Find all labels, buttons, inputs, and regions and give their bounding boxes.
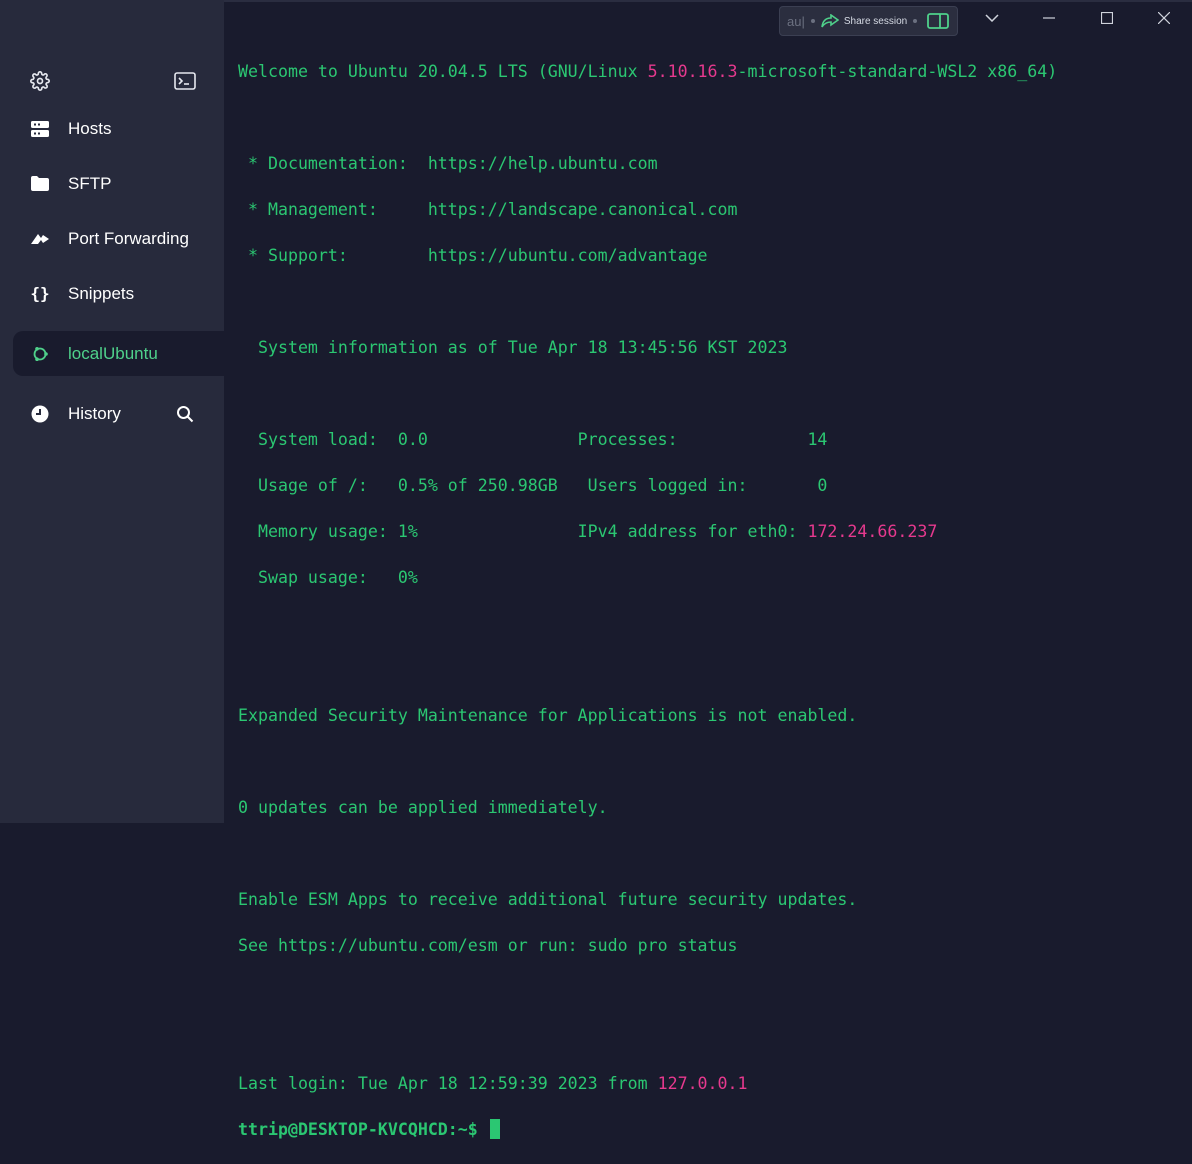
ubuntu-icon <box>30 344 50 364</box>
sidebar-item-snippets[interactable]: {} Snippets <box>13 271 224 316</box>
shell-prompt: ttrip@DESKTOP-KVCQHCD:~$ <box>238 1120 488 1139</box>
search-icon[interactable] <box>174 403 196 425</box>
sidebar-item-label: Port Forwarding <box>68 228 189 248</box>
sidebar-item-sftp[interactable]: SFTP <box>13 161 224 206</box>
chevron-down-icon[interactable] <box>981 7 1003 29</box>
split-pane-icon[interactable] <box>927 13 950 29</box>
welcome-text-end: -microsoft-standard-WSL2 x86_64) <box>737 62 1058 81</box>
terminal-line: Enable ESM Apps to receive additional fu… <box>238 890 858 909</box>
port-forward-icon <box>30 229 50 249</box>
clock-icon <box>30 404 50 424</box>
ipv4-address: 172.24.66.237 <box>807 522 938 541</box>
terminal-line: * Management: https://landscape.canonica… <box>238 200 738 219</box>
last-login-ip: 127.0.0.1 <box>657 1074 748 1093</box>
terminal-line: Swap usage: 0% <box>238 568 418 587</box>
welcome-text: Welcome to Ubuntu 20.04.5 LTS (GNU/Linux <box>238 62 648 81</box>
server-icon <box>30 119 50 139</box>
terminal-line: Usage of /: 0.5% of 250.98GB Users logge… <box>238 476 828 495</box>
sidebar-item-label: Hosts <box>68 118 112 138</box>
terminal-output[interactable]: Welcome to Ubuntu 20.04.5 LTS (GNU/Linux… <box>238 37 1178 1139</box>
sidebar-item-label: History <box>68 403 121 423</box>
separator-dot <box>913 19 918 23</box>
sidebar-item-port-forwarding[interactable]: Port Forwarding <box>13 216 224 261</box>
terminal-line: See https://ubuntu.com/esm or run: sudo … <box>238 936 738 955</box>
close-icon[interactable] <box>1153 7 1175 29</box>
braces-icon: {} <box>30 284 50 303</box>
text-cursor <box>489 1119 500 1139</box>
memory-text: Memory usage: 1% IPv4 address for eth0: <box>238 522 808 541</box>
terminal-line: Memory usage: 1% IPv4 address for eth0: … <box>238 520 1178 543</box>
terminal-line: System information as of Tue Apr 18 13:4… <box>238 338 788 357</box>
terminal-line: * Documentation: https://help.ubuntu.com <box>238 154 658 173</box>
session-input-indicator[interactable]: au| <box>787 14 805 29</box>
terminal-prompt-line[interactable]: ttrip@DESKTOP-KVCQHCD:~$ <box>238 1118 1178 1141</box>
sidebar-item-localubuntu[interactable]: localUbuntu <box>13 331 224 376</box>
terminal-line: Welcome to Ubuntu 20.04.5 LTS (GNU/Linux… <box>238 60 1178 83</box>
share-session-button[interactable]: Share session <box>844 16 907 27</box>
maximize-icon[interactable] <box>1096 7 1118 29</box>
kernel-version: 5.10.16.3 <box>647 62 738 81</box>
sidebar-item-label: Snippets <box>68 283 135 303</box>
terminal-icon[interactable] <box>173 69 197 93</box>
gear-icon[interactable] <box>28 69 52 93</box>
sidebar-item-label: localUbuntu <box>68 343 158 363</box>
terminal-line: 0 updates can be applied immediately. <box>238 798 608 817</box>
share-arrow-icon[interactable] <box>821 14 839 28</box>
sidebar: Hosts SFTP Port Forwarding {} Snippets l… <box>0 0 224 823</box>
sidebar-item-hosts[interactable]: Hosts <box>13 106 224 151</box>
terminal-line: Last login: Tue Apr 18 12:59:39 2023 fro… <box>238 1072 1178 1095</box>
terminal-line: * Support: https://ubuntu.com/advantage <box>238 246 708 265</box>
folder-icon <box>30 174 50 194</box>
terminal-line: Expanded Security Maintenance for Applic… <box>238 706 858 725</box>
sidebar-item-label: SFTP <box>68 173 112 193</box>
last-login-text: Last login: Tue Apr 18 12:59:39 2023 fro… <box>238 1074 658 1093</box>
separator-dot <box>810 19 815 23</box>
terminal-line: System load: 0.0 Processes: 14 <box>238 430 828 449</box>
share-session-bar: au| Share session <box>779 6 958 36</box>
minimize-icon[interactable] <box>1038 7 1060 29</box>
